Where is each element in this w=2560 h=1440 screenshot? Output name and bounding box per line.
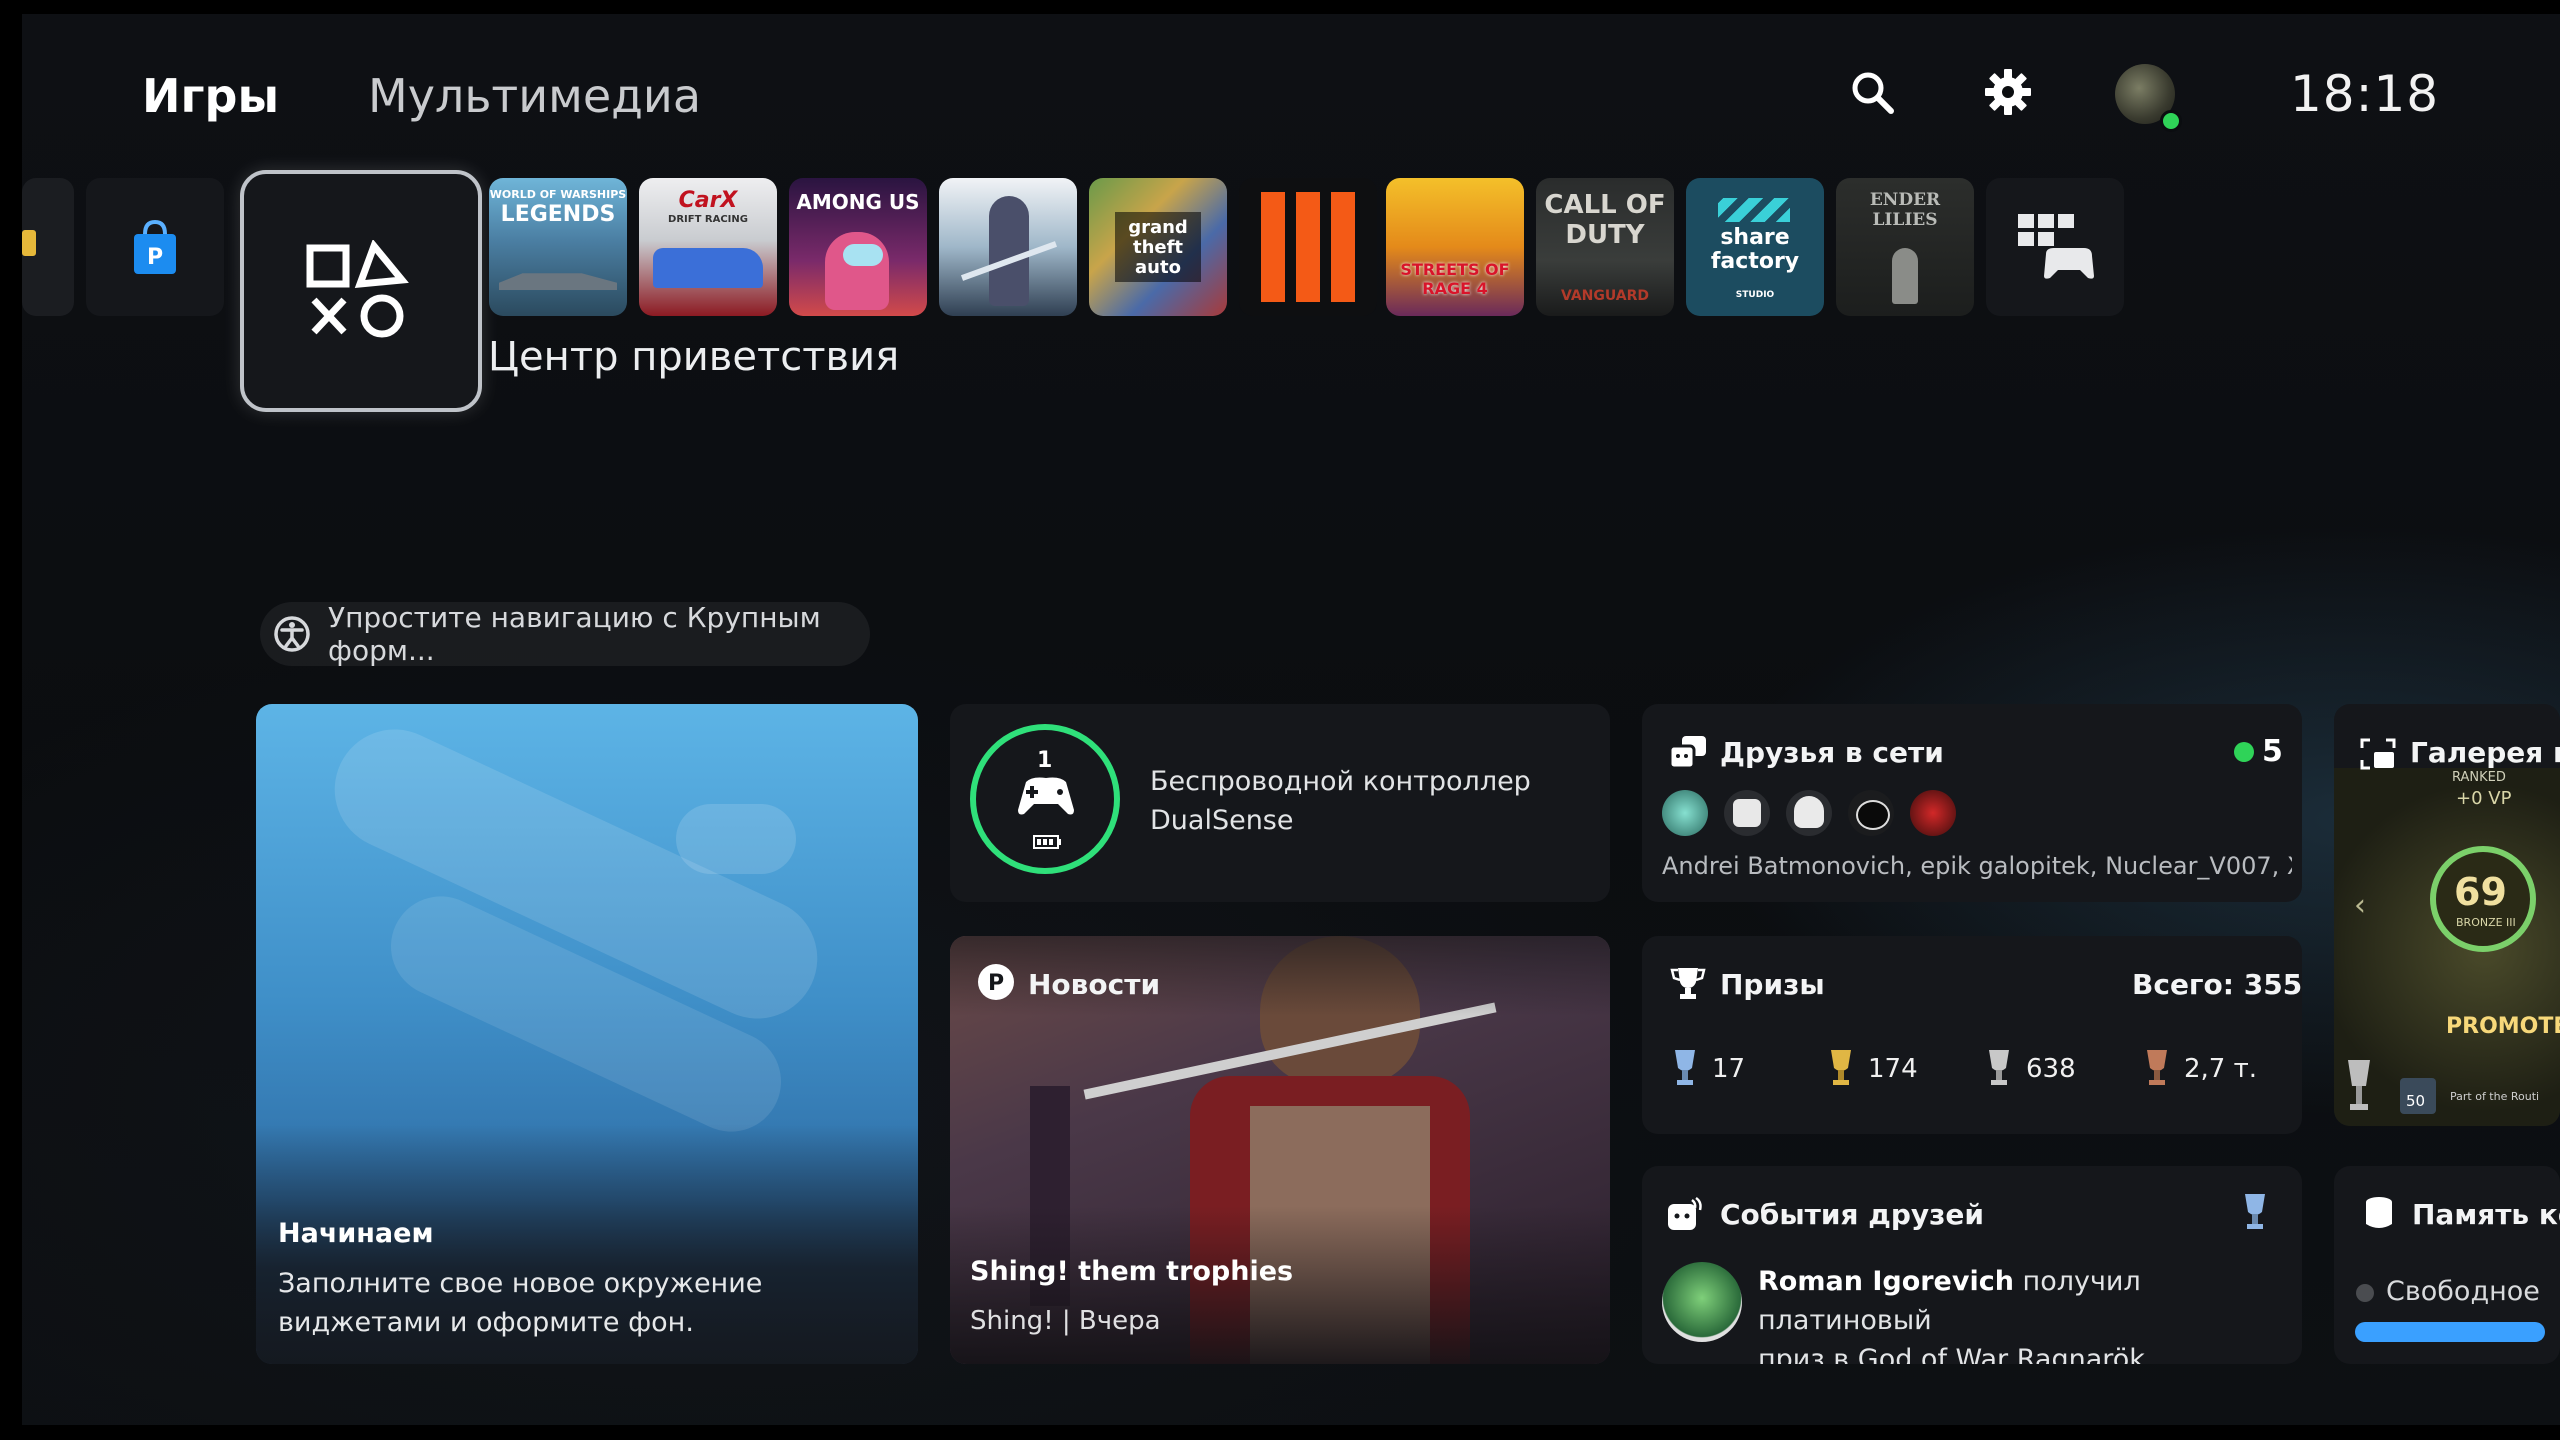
friend-event-user[interactable]: Roman Igorevich <box>1758 1266 2014 1297</box>
welcome-hub-tile[interactable] <box>240 170 482 412</box>
news-card[interactable]: P Новости Shing! them trophies Shing! | … <box>950 936 1610 1364</box>
friends-title: Друзья в сети <box>1720 736 1944 769</box>
game-tile-bo3[interactable] <box>1239 178 1377 316</box>
tab-games[interactable]: Игры <box>142 66 279 126</box>
storage-title: Память ко <box>2412 1198 2560 1231</box>
legend-dot <box>2356 1284 2374 1302</box>
friend-activity-icon <box>1666 1194 1706 1238</box>
friend-avatar[interactable] <box>1724 790 1770 836</box>
frame-edge <box>0 0 22 1440</box>
bronze-trophy-icon <box>2144 1048 2170 1092</box>
game-tile-partial[interactable] <box>22 178 74 316</box>
storage-icon <box>2364 1196 2394 1234</box>
friend-avatar[interactable] <box>1848 790 1894 836</box>
trophies-total: Всего: 3555 <box>2132 968 2302 1001</box>
accessibility-hint-text: Упростите навигацию с Крупным форм... <box>328 601 821 667</box>
gold-count: 174 <box>1868 1054 1918 1084</box>
battery-icon <box>1032 834 1062 854</box>
ps-store-tile[interactable]: P <box>86 178 224 316</box>
friend-events-card[interactable]: События друзей Roman Igorevich получил п… <box>1642 1166 2302 1364</box>
game-tile-carx[interactable]: CarX DRIFT RACING <box>639 178 777 316</box>
getting-started-body: Заполните свое новое окружение виджетами… <box>278 1268 763 1338</box>
getting-started-card[interactable]: Начинаем Заполните свое новое окружение … <box>256 704 918 1364</box>
gear-icon[interactable] <box>1978 62 2038 122</box>
game-tile-cod-vanguard[interactable]: CALL OF DUTY VANGUARD <box>1536 178 1674 316</box>
gallery-card[interactable]: Галерея м RANKED +0 VP 69 BRONZE III ‹ P… <box>2334 704 2560 1126</box>
tab-media[interactable]: Мультимедиа <box>368 66 701 126</box>
silver-trophy-icon <box>1986 1048 2012 1092</box>
game-tile-ender-lilies[interactable]: ENDER LILIES <box>1836 178 1974 316</box>
platinum-count: 17 <box>1712 1054 1746 1084</box>
playstation-shapes-icon <box>306 239 410 344</box>
trophies-card[interactable]: Призы Всего: 3555 17 174 638 2,7 т. <box>1642 936 2302 1134</box>
friend-avatar[interactable] <box>1662 1262 1742 1342</box>
gallery-title: Галерея м <box>2410 736 2560 769</box>
accessibility-icon <box>272 614 312 654</box>
svg-text:P: P <box>147 245 163 270</box>
frame-edge <box>0 1425 2560 1440</box>
trophies-title: Призы <box>1720 968 1825 1001</box>
gold-trophy-icon <box>1828 1048 1854 1092</box>
game-library-tile[interactable] <box>1986 178 2124 316</box>
online-status-dot <box>2160 110 2182 132</box>
friends-icon <box>1668 734 1708 774</box>
controller-card[interactable]: 1 Беспроводной контроллер DualSense <box>950 704 1610 902</box>
game-tile-fighter[interactable] <box>939 178 1077 316</box>
search-icon[interactable] <box>1842 62 1902 122</box>
accessibility-hint[interactable]: Упростите навигацию с Крупным форм... <box>260 601 870 667</box>
game-tile-share-factory[interactable]: share factory STUDIO <box>1686 178 1824 316</box>
friend-events-title: События друзей <box>1720 1198 1985 1231</box>
gallery-icon <box>2360 738 2396 774</box>
clock: 18:18 <box>2290 65 2440 123</box>
game-tile-among-us[interactable]: AMONG US <box>789 178 927 316</box>
friends-count: 5 <box>2262 734 2283 769</box>
controller-name: Беспроводной контроллер DualSense <box>1150 766 1531 836</box>
game-tile-wows[interactable]: WORLD OF WARSHIPS LEGENDS <box>489 178 627 316</box>
news-headline: Shing! them trophies <box>970 1256 1294 1287</box>
friends-names: Andrei Batmonovich, epik galopitek, Nucl… <box>1662 852 2292 880</box>
friend-avatar[interactable] <box>1662 790 1708 836</box>
silver-count: 638 <box>2026 1054 2076 1084</box>
game-tile-streets-of-rage[interactable]: STREETS OF RAGE 4 <box>1386 178 1524 316</box>
controller-number: 1 <box>1037 748 1053 773</box>
platinum-trophy-icon <box>2242 1192 2268 1236</box>
storage-progress-bar <box>2355 1322 2545 1342</box>
platinum-trophy-icon <box>1672 1048 1698 1092</box>
game-library-icon <box>2018 214 2094 284</box>
player-badge: 50 <box>2400 1078 2436 1114</box>
selected-tile-label: Центр приветствия <box>488 334 900 380</box>
frame-edge <box>0 0 2560 14</box>
online-dot <box>2234 742 2254 762</box>
storage-free-label: Свободное <box>2386 1276 2540 1307</box>
friends-online-card[interactable]: Друзья в сети 5 Andrei Batmonovich, epik… <box>1642 704 2302 902</box>
news-meta: Shing! | Вчера <box>970 1306 1161 1336</box>
bronze-count: 2,7 т. <box>2184 1054 2258 1084</box>
friend-event-text: Roman Igorevich получил платиновый приз … <box>1758 1266 2154 1364</box>
news-title: Новости <box>1028 968 1161 1001</box>
chevron-left-icon[interactable]: ‹ <box>2354 888 2366 923</box>
playstation-logo-icon: P <box>976 962 1016 1006</box>
getting-started-title: Начинаем <box>278 1218 434 1249</box>
friend-avatar[interactable] <box>1786 790 1832 836</box>
game-tile-gta[interactable]: grand theft auto <box>1089 178 1227 316</box>
friend-avatar[interactable] <box>1910 790 1956 836</box>
controller-icon <box>1018 776 1074 820</box>
svg-text:P: P <box>988 971 1004 996</box>
trophy-icon <box>2344 1056 2374 1120</box>
ps-store-icon: P <box>130 218 180 274</box>
trophy-icon <box>1670 966 1706 1006</box>
